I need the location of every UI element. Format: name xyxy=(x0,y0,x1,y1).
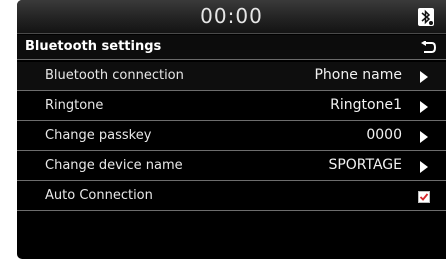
menu-item-label: Change device name xyxy=(45,158,183,173)
menu-item-label: Change passkey xyxy=(45,128,152,143)
title-bar: Bluetooth settings xyxy=(17,35,446,60)
chevron-right-icon xyxy=(420,131,428,143)
menu-item-ringtone[interactable]: Ringtone Ringtone1 xyxy=(17,92,446,121)
bluetooth-phone-icon xyxy=(418,8,434,26)
menu-item-label: Ringtone xyxy=(45,98,104,113)
clock: 00:00 xyxy=(200,4,263,28)
menu-item-value: Ringtone1 xyxy=(330,97,402,113)
chevron-right-icon xyxy=(420,161,428,173)
auto-connection-checkbox[interactable] xyxy=(418,191,430,203)
chevron-right-icon xyxy=(420,101,428,113)
menu-item-label: Bluetooth connection xyxy=(45,68,184,83)
back-arrow-icon[interactable] xyxy=(420,41,436,55)
head-unit-screen: 00:00 Bluetooth settings Bluetooth conne… xyxy=(17,0,446,259)
status-bar: 00:00 xyxy=(17,0,446,34)
menu-item-bluetooth-connection[interactable]: Bluetooth connection Phone name xyxy=(17,62,446,91)
menu-item-auto-connection[interactable]: Auto Connection xyxy=(17,182,446,211)
checkmark-icon xyxy=(419,193,429,201)
menu-item-value: Phone name xyxy=(314,67,402,83)
menu-item-label: Auto Connection xyxy=(45,188,153,203)
menu-item-change-device-name[interactable]: Change device name SPORTAGE xyxy=(17,152,446,181)
chevron-right-icon xyxy=(420,71,428,83)
page-title: Bluetooth settings xyxy=(25,39,162,54)
menu-item-change-passkey[interactable]: Change passkey 0000 xyxy=(17,122,446,151)
menu-item-value: 0000 xyxy=(366,127,402,143)
menu-item-value: SPORTAGE xyxy=(328,157,402,173)
